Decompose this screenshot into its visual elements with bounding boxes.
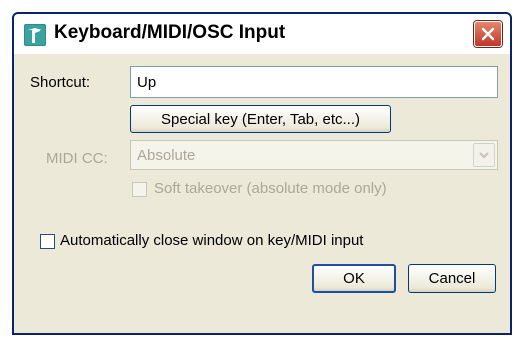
- window-title: Keyboard/MIDI/OSC Input: [54, 22, 286, 43]
- midi-cc-label: MIDI CC:: [46, 150, 108, 167]
- ok-button[interactable]: OK: [312, 264, 396, 293]
- chevron-down-icon: [479, 152, 489, 159]
- reaper-app-icon: [24, 24, 46, 46]
- title-bar[interactable]: Keyboard/MIDI/OSC Input: [14, 14, 510, 54]
- soft-takeover-checkbox[interactable]: [132, 182, 147, 197]
- special-key-button[interactable]: Special key (Enter, Tab, etc...): [130, 105, 391, 133]
- dropdown-arrow-button[interactable]: [473, 143, 495, 167]
- midi-cc-select[interactable]: Absolute: [130, 140, 498, 170]
- close-icon: [481, 27, 495, 41]
- auto-close-label[interactable]: Automatically close window on key/MIDI i…: [60, 232, 363, 249]
- soft-takeover-label: Soft takeover (absolute mode only): [154, 180, 387, 197]
- shortcut-input[interactable]: [130, 66, 498, 98]
- keyboard-midi-osc-dialog: Keyboard/MIDI/OSC Input Shortcut: Specia…: [12, 12, 512, 335]
- auto-close-checkbox[interactable]: [40, 234, 55, 249]
- close-button[interactable]: [474, 21, 502, 47]
- dialog-body: Shortcut: Special key (Enter, Tab, etc..…: [14, 54, 510, 333]
- shortcut-label: Shortcut:: [30, 74, 91, 91]
- cancel-button[interactable]: Cancel: [408, 264, 496, 293]
- midi-cc-selected-value: Absolute: [137, 147, 196, 164]
